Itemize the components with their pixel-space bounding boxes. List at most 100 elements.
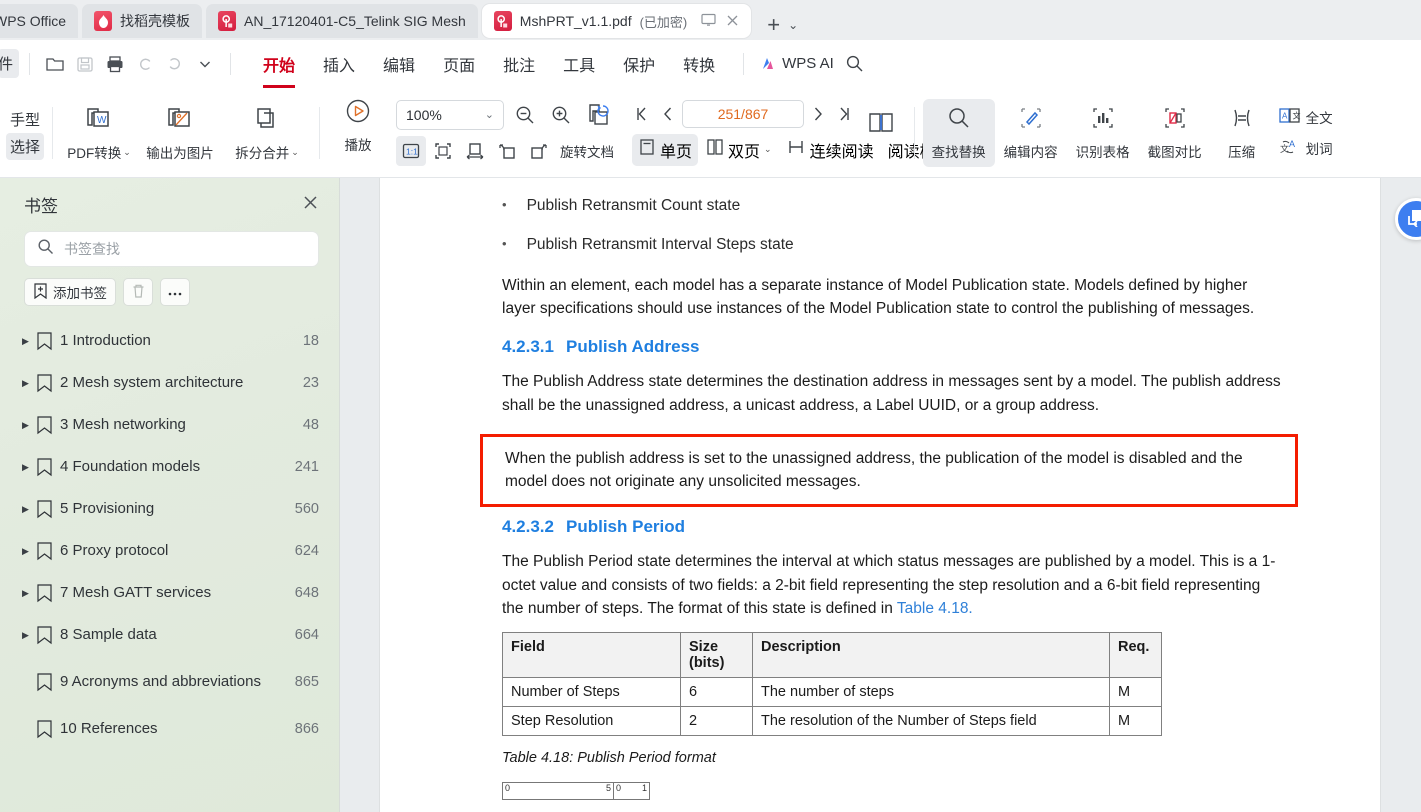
wps-ai-button[interactable]: WPS AI — [758, 55, 834, 73]
book-icon — [866, 110, 896, 141]
trash-icon — [131, 283, 146, 302]
menu-item-page[interactable]: 页面 — [429, 46, 489, 82]
expand-arrow-icon[interactable]: ▶ — [22, 336, 36, 347]
bookmark-item-4-foundation-models[interactable]: ▶ 4 Foundation models 241 — [0, 446, 339, 488]
table-reference-link[interactable]: Table 4.18. — [897, 600, 973, 617]
close-icon[interactable] — [302, 194, 319, 215]
book-view-button[interactable] — [852, 88, 910, 162]
menu-item-convert[interactable]: 转换 — [669, 46, 729, 82]
compress-button[interactable]: 压缩 — [1211, 99, 1273, 167]
tab-an-telink-sig-mesh[interactable]: AN_17120401-C5_Telink SIG Mesh — [206, 4, 478, 38]
fit-width-button[interactable] — [460, 136, 490, 166]
prev-page-button[interactable] — [656, 101, 680, 127]
zoom-level-select[interactable]: 100% ⌄ — [396, 99, 505, 130]
play-button[interactable]: 播放 — [328, 88, 388, 162]
bookmark-more-button[interactable] — [160, 278, 190, 306]
single-page-button[interactable]: 单页 — [632, 133, 699, 166]
play-icon — [344, 97, 372, 130]
menu-item-insert[interactable]: 插入 — [309, 46, 369, 82]
screenshot-compare-button[interactable]: 截图对比 — [1139, 99, 1211, 167]
pdf-convert-button[interactable]: W PDF转换 ⌄ — [61, 96, 137, 170]
export-image-button[interactable]: 输出为图片 — [137, 96, 223, 170]
expand-arrow-icon[interactable]: ▶ — [22, 504, 36, 515]
open-folder-icon[interactable] — [40, 49, 70, 79]
search-icon[interactable] — [840, 49, 870, 79]
bookmark-label: 10 References — [60, 719, 158, 737]
bitfield-left-label: 0 — [616, 783, 622, 794]
add-bookmark-button[interactable]: 添加书签 — [24, 278, 116, 306]
bookmark-item-7-mesh-gatt-services[interactable]: ▶ 7 Mesh GATT services 648 — [0, 572, 339, 614]
bookmark-item-3-mesh-networking[interactable]: ▶ 3 Mesh networking 48 — [0, 404, 339, 446]
tab-label: 找稻壳模板 — [120, 13, 190, 29]
section-heading-4-2-3-2: 4.2.3.2 Publish Period — [502, 517, 1344, 537]
floating-export-button[interactable] — [1395, 198, 1421, 240]
split-merge-button[interactable]: 拆分合并 ⌄ — [223, 96, 311, 170]
tab-daoke-template[interactable]: 找稻壳模板 — [82, 4, 202, 38]
rotate-document-label[interactable]: 旋转文档 — [556, 141, 618, 161]
translate-fulltext-button[interactable]: A文 全文 — [1278, 107, 1333, 128]
delete-bookmark-button[interactable] — [123, 278, 153, 306]
first-page-button[interactable] — [630, 101, 654, 127]
tab-wps-office[interactable]: WPS Office — [0, 4, 78, 38]
expand-arrow-icon[interactable]: ▶ — [22, 588, 36, 599]
bookmark-item-5-provisioning[interactable]: ▶ 5 Provisioning 560 — [0, 488, 339, 530]
bookmark-item-9-acronyms-and-abbreviations[interactable]: 9 Acronyms and abbreviations 865 — [0, 656, 339, 708]
menu-item-list: 开始 插入 编辑 页面 批注 工具 保护 转换 — [249, 46, 729, 88]
bookmark-search-box[interactable] — [24, 231, 319, 267]
present-monitor-icon[interactable] — [701, 13, 716, 29]
bitfield-diagram: 0 5 0 1 — [502, 782, 1344, 801]
double-page-button[interactable]: 双页 ⌄ — [700, 134, 778, 166]
hand-mode-button[interactable]: 手型 — [6, 106, 44, 133]
new-tab-dropdown-icon[interactable]: ⌄ — [788, 18, 798, 32]
translate-word-icon: 文A — [1279, 138, 1301, 159]
print-icon[interactable] — [100, 49, 130, 79]
tab-mshprt-pdf[interactable]: MshPRT_v1.1.pdf (已加密) — [481, 4, 752, 38]
zoom-out-icon[interactable] — [510, 100, 540, 130]
export-image-label: 输出为图片 — [146, 146, 214, 161]
actual-size-button[interactable]: 1:1 — [396, 135, 427, 166]
document-viewport[interactable]: • Publish Retransmit Count state • Publi… — [340, 178, 1421, 812]
recognize-table-button[interactable]: 识别表格 — [1067, 99, 1139, 167]
find-replace-button[interactable]: 查找替换 — [922, 98, 995, 167]
redo-icon[interactable] — [160, 49, 190, 79]
export-image-icon — [165, 103, 195, 138]
new-tab-button[interactable]: + — [761, 14, 786, 36]
bookmark-item-2-mesh-system-architecture[interactable]: ▶ 2 Mesh system architecture 23 — [0, 362, 339, 404]
pdf-icon — [218, 11, 236, 31]
expand-arrow-icon[interactable]: ▶ — [22, 630, 36, 641]
rotate-document-icon[interactable] — [582, 100, 620, 130]
undo-icon[interactable] — [130, 49, 160, 79]
translate-word-button[interactable]: 文A 划词 — [1279, 138, 1333, 159]
bookmark-item-10-references[interactable]: 10 References 866 — [0, 708, 339, 750]
menu-item-edit[interactable]: 编辑 — [369, 46, 429, 82]
expand-arrow-icon[interactable]: ▶ — [22, 462, 36, 473]
menu-item-tools[interactable]: 工具 — [549, 46, 609, 82]
expand-arrow-icon[interactable]: ▶ — [22, 546, 36, 557]
divider — [52, 106, 54, 159]
more-chevron-icon[interactable] — [190, 49, 220, 79]
expand-arrow-icon[interactable]: ▶ — [22, 378, 36, 389]
menu-item-start[interactable]: 开始 — [249, 46, 309, 88]
rotate-right-button[interactable] — [524, 136, 554, 166]
close-icon[interactable] — [726, 14, 739, 29]
recognize-table-icon — [1090, 105, 1116, 136]
bookmark-item-6-proxy-protocol[interactable]: ▶ 6 Proxy protocol 624 — [0, 530, 339, 572]
file-menu-button[interactable]: 件 — [0, 49, 20, 78]
bookmark-item-1-introduction[interactable]: ▶ 1 Introduction 18 — [0, 320, 339, 362]
edit-content-button[interactable]: 编辑内容 — [995, 99, 1067, 167]
rotate-left-button[interactable] — [492, 136, 522, 166]
bookmark-page: 560 — [294, 501, 319, 517]
zoom-in-icon[interactable] — [546, 100, 576, 130]
next-page-button[interactable] — [806, 101, 830, 127]
page-number-input[interactable]: 251/867 — [682, 99, 805, 128]
save-icon[interactable] — [70, 49, 100, 79]
fit-page-button[interactable] — [428, 136, 458, 166]
expand-arrow-icon[interactable]: ▶ — [22, 420, 36, 431]
bookmark-item-8-sample-data[interactable]: ▶ 8 Sample data 664 — [0, 614, 339, 656]
divider — [743, 52, 745, 75]
menu-item-protect[interactable]: 保护 — [609, 46, 669, 82]
menu-item-comment[interactable]: 批注 — [489, 46, 549, 82]
select-mode-button[interactable]: 选择 — [6, 132, 45, 160]
translate-word-label: 划词 — [1305, 142, 1333, 157]
bookmark-search-input[interactable] — [64, 241, 306, 257]
